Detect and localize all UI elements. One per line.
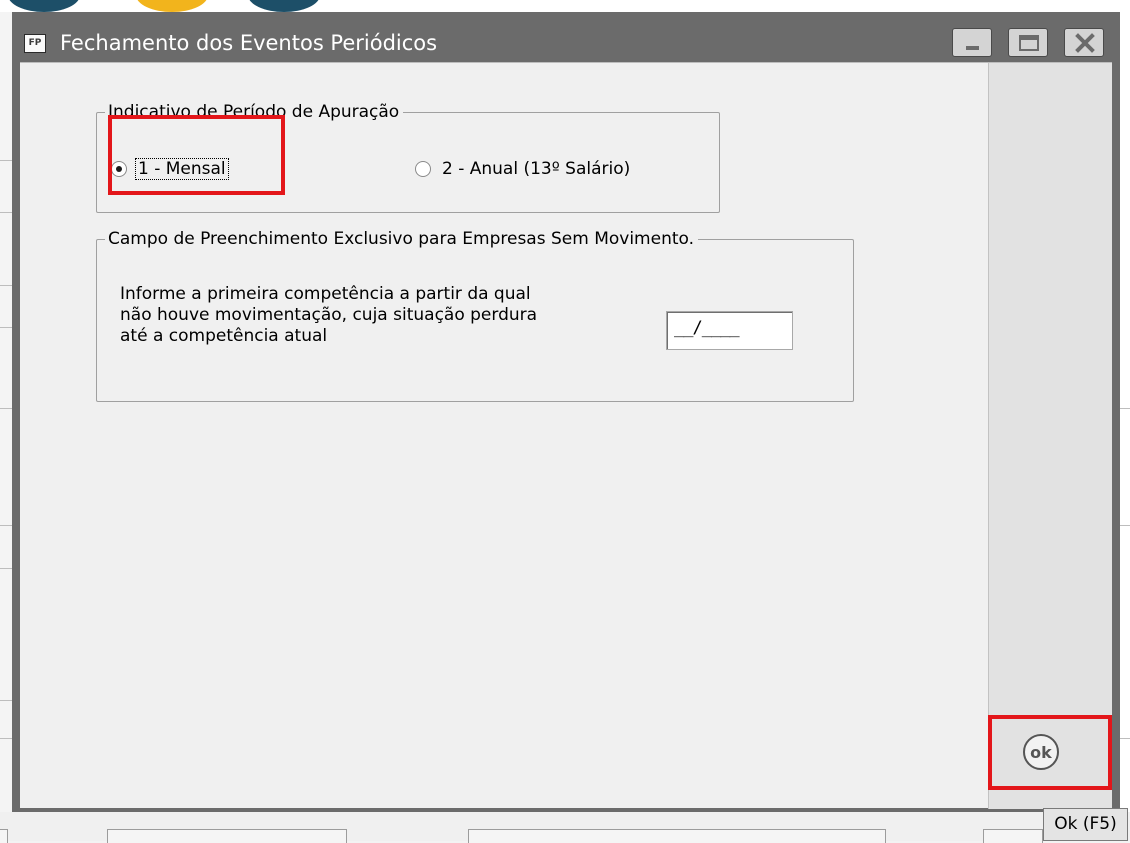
radio-anual[interactable]: 2 - Anual (13º Salário) [415, 157, 632, 181]
background-header [0, 0, 1130, 12]
background-logo-shape [8, 0, 80, 12]
radio-anual-button[interactable] [415, 161, 431, 177]
background-divider [0, 327, 12, 328]
close-button[interactable] [1064, 28, 1104, 57]
maximize-button[interactable] [1008, 28, 1048, 57]
background-divider [0, 525, 12, 526]
instruction-line: não houve movimentação, cuja situação pe… [120, 305, 538, 325]
background-divider [0, 285, 12, 286]
background-logo-shape [248, 0, 320, 12]
competencia-instruction: Informe a primeira competência a partir … [120, 284, 600, 347]
instruction-line: até a competência atual [120, 326, 328, 346]
title-bar[interactable]: FP Fechamento dos Eventos Periódicos [12, 12, 1120, 62]
window-title: Fechamento dos Eventos Periódicos [60, 31, 438, 55]
app-icon: FP [24, 34, 46, 53]
background-divider [0, 212, 12, 213]
empresas-sem-movimento-group: Campo de Preenchimento Exclusivo para Em… [96, 229, 854, 402]
competencia-input[interactable]: __/____ [666, 311, 793, 350]
close-icon [1075, 33, 1095, 53]
highlight-mensal-option [108, 115, 285, 195]
minimize-icon [966, 46, 979, 50]
background-logo-shape [136, 0, 208, 12]
background-divider [0, 738, 12, 739]
empresas-sem-movimento-legend: Campo de Preenchimento Exclusivo para Em… [105, 229, 699, 249]
background-divider [0, 408, 12, 409]
maximize-icon [1019, 35, 1039, 51]
background-divider [0, 568, 12, 569]
minimize-button[interactable] [952, 28, 992, 57]
radio-anual-label[interactable]: 2 - Anual (13º Salário) [440, 159, 632, 179]
highlight-ok-button [988, 715, 1112, 790]
background-divider [0, 160, 12, 161]
right-toolbar [988, 63, 1112, 809]
background-divider [0, 700, 12, 701]
instruction-line: Informe a primeira competência a partir … [120, 284, 531, 304]
ok-tooltip: Ok (F5) [1043, 808, 1128, 841]
